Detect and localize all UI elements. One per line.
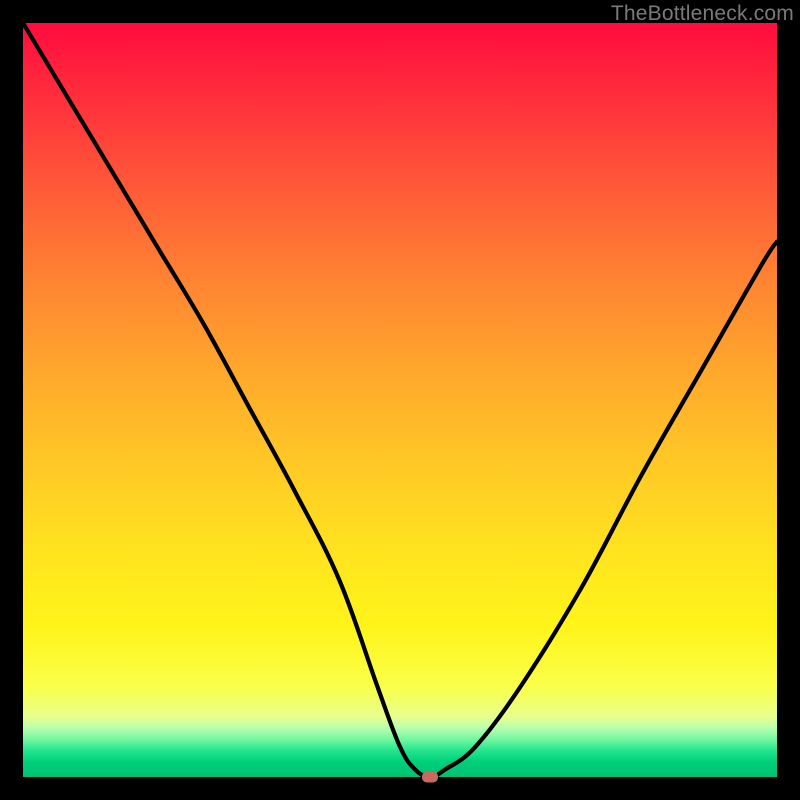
minimum-marker <box>422 772 438 783</box>
plot-area <box>23 23 777 777</box>
bottleneck-curve <box>23 23 777 777</box>
chart-frame: TheBottleneck.com <box>0 0 800 800</box>
attribution-text: TheBottleneck.com <box>611 2 794 26</box>
